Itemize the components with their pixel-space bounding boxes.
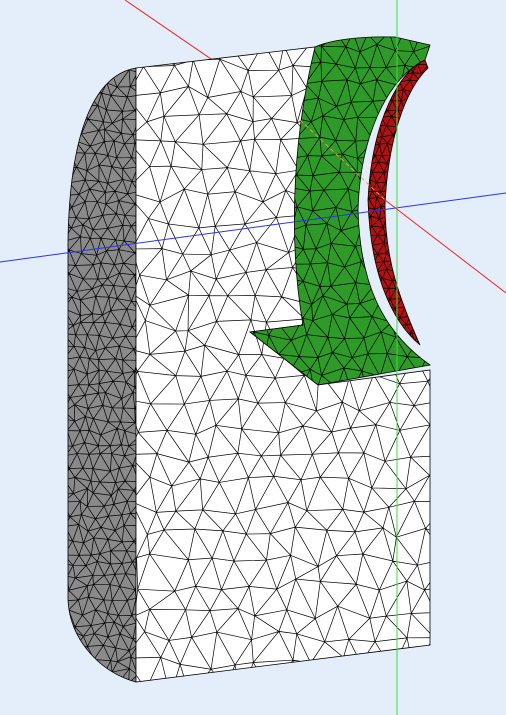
mesh-scene[interactable] [0, 0, 506, 715]
x-axis-front [384, 199, 506, 294]
3d-viewport[interactable] [0, 0, 506, 715]
